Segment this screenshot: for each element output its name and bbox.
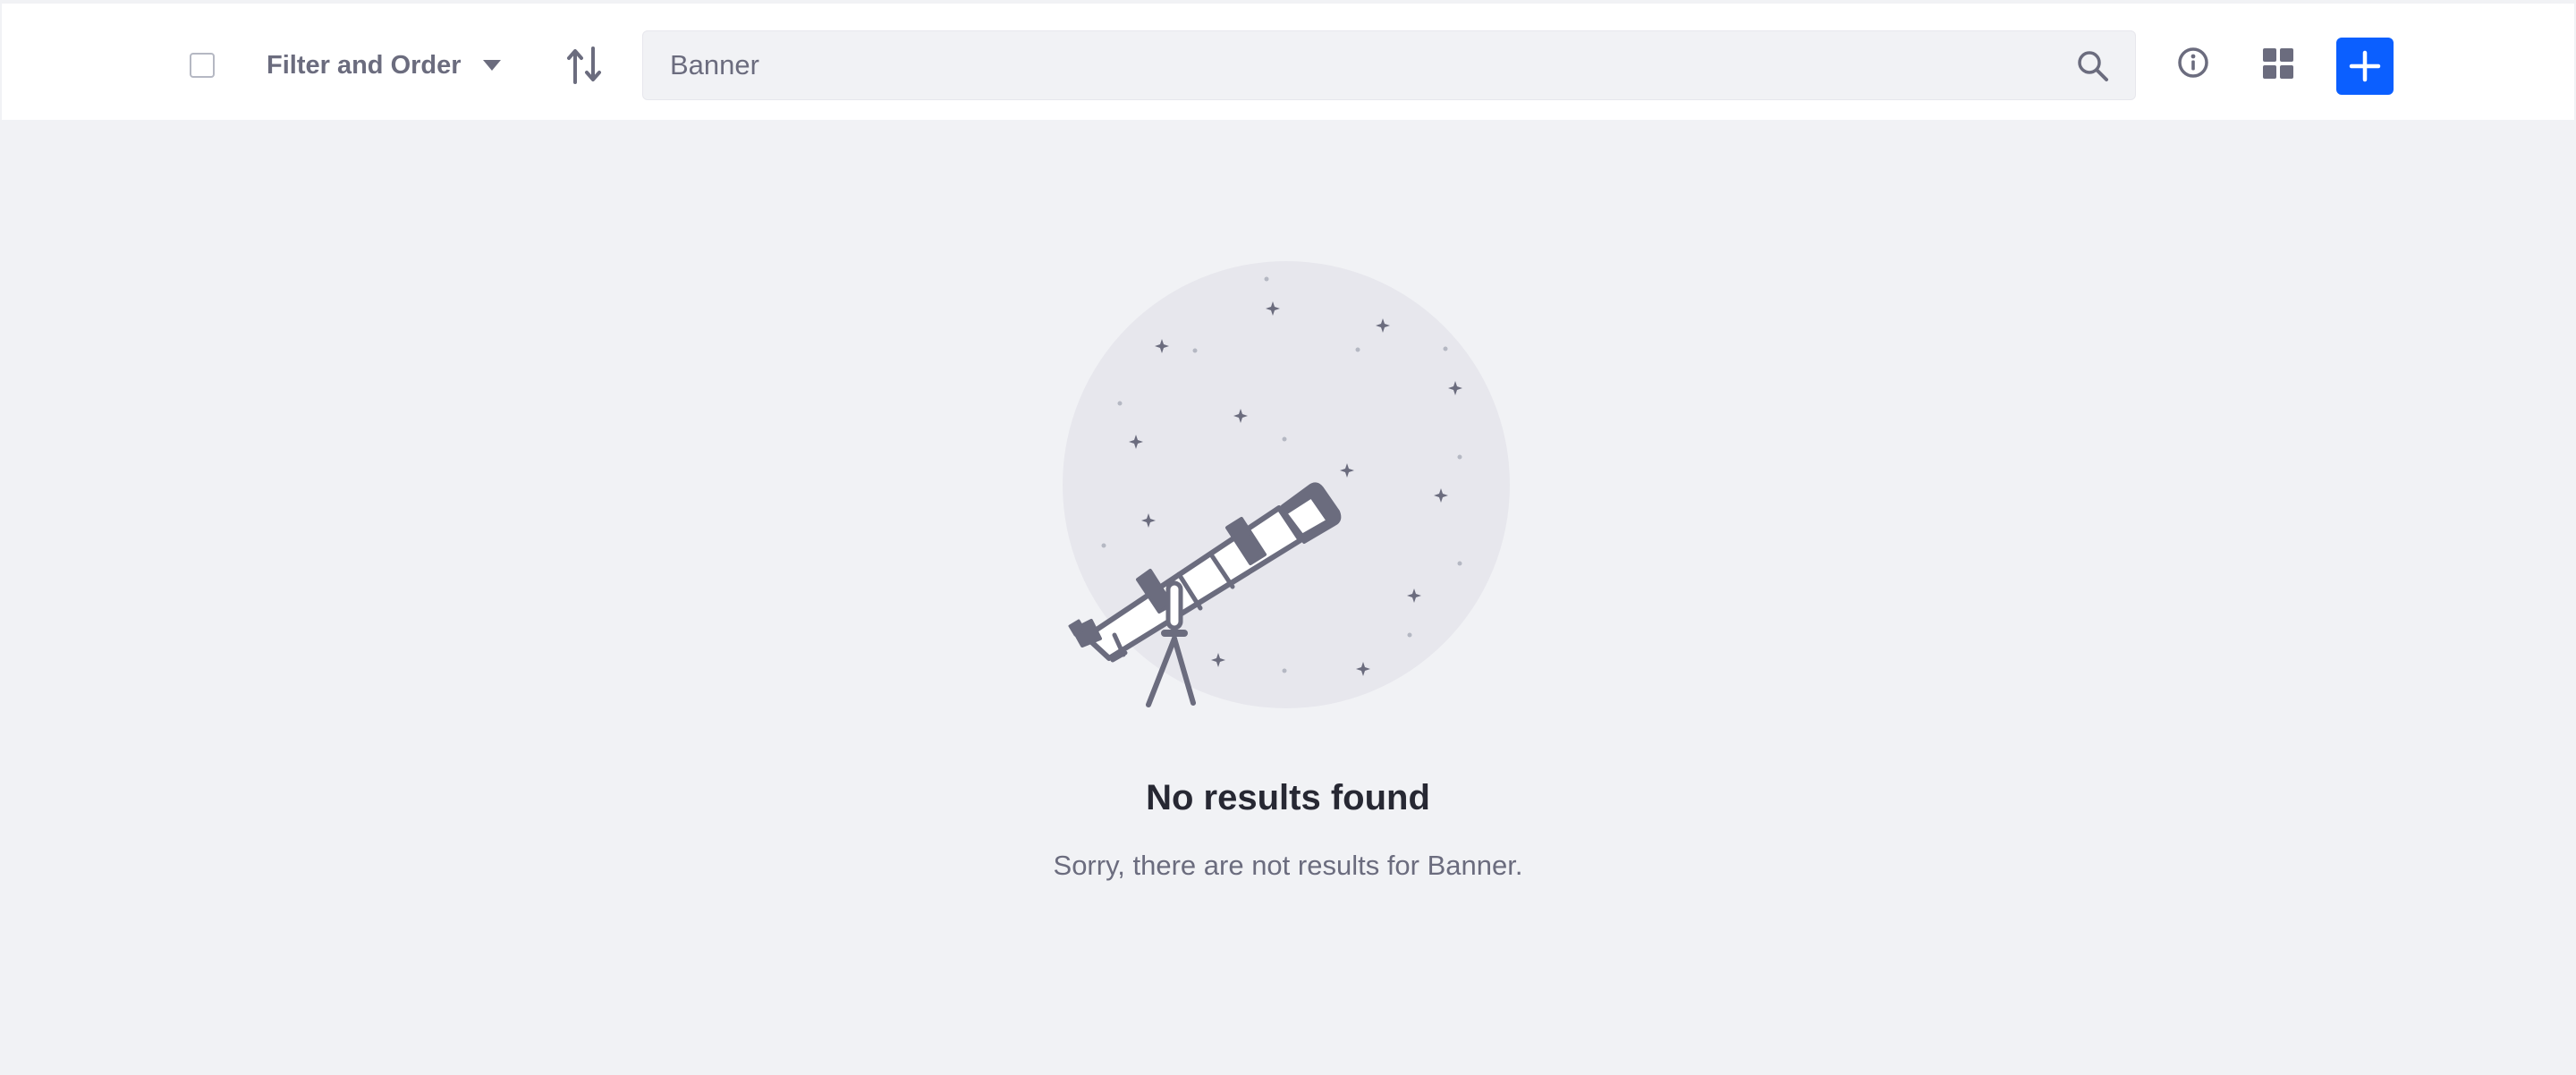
search-icon[interactable]	[2076, 49, 2110, 83]
add-button[interactable]	[2336, 38, 2394, 95]
empty-state-title: No results found	[1146, 778, 1430, 817]
empty-state: No results found Sorry, there are not re…	[0, 259, 2576, 903]
search-bar	[642, 30, 2136, 100]
select-all-checkbox[interactable]	[190, 53, 215, 78]
management-toolbar: Filter and Order	[2, 4, 2574, 120]
filter-and-order-label: Filter and Order	[267, 50, 462, 80]
order-arrows-icon[interactable]	[562, 43, 606, 88]
info-circle-icon[interactable]	[2175, 45, 2211, 80]
filter-and-order-button[interactable]: Filter and Order	[267, 43, 508, 88]
search-input[interactable]	[670, 46, 2012, 85]
telescope-icon	[1063, 261, 1510, 708]
caret-down-icon	[482, 60, 501, 71]
plus-icon	[2349, 50, 2381, 82]
cards-icon[interactable]	[2261, 47, 2295, 80]
empty-state-description: Sorry, there are not results for Banner.	[1053, 850, 1523, 881]
